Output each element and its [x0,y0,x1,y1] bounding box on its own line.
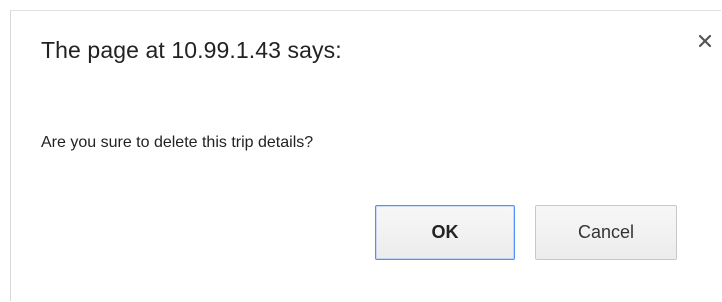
dialog-message: Are you sure to delete this trip details… [41,134,314,151]
dialog-title: The page at 10.99.1.43 says: [41,37,342,63]
close-icon[interactable] [698,34,712,48]
cancel-button[interactable]: Cancel [535,205,677,260]
ok-button[interactable]: OK [375,205,515,260]
page: The page at 10.99.1.43 says: Are you sur… [0,0,722,302]
